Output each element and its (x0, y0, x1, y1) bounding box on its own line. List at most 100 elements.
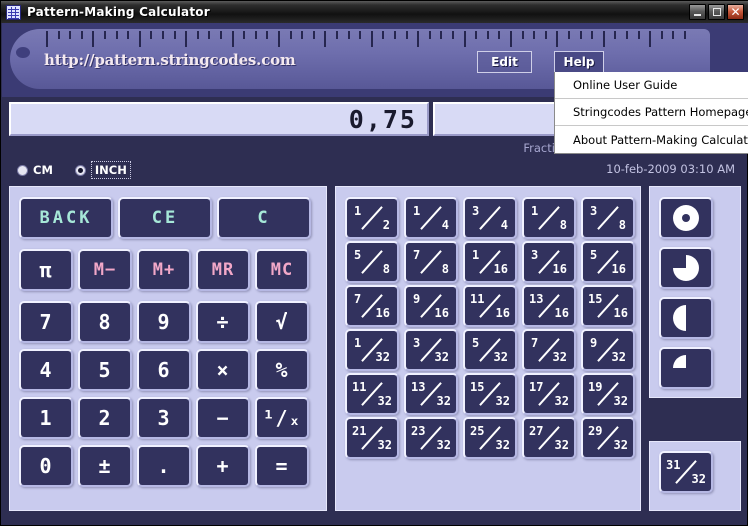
minimize-button[interactable] (689, 4, 706, 20)
key-fraction-r5c4[interactable]: 29 32 (581, 417, 635, 459)
key-fraction-r4c4[interactable]: 19 32 (581, 373, 635, 415)
key-num-r0c4[interactable]: √ (255, 301, 309, 343)
key-circle-quarter[interactable] (659, 347, 713, 389)
key-num-r1c4[interactable]: % (255, 349, 309, 391)
key-fraction-r1c1[interactable]: 78 (404, 241, 458, 283)
ruler-tick (417, 31, 420, 47)
key-fraction-r1c2[interactable]: 1 16 (463, 241, 517, 283)
key-fraction-31-32[interactable]: 31 32 (659, 451, 713, 493)
menu-item-online-user-guide[interactable]: Online User Guide (555, 72, 748, 99)
key-fraction-r2c0[interactable]: 7 16 (345, 285, 399, 327)
key-num-r2c1[interactable]: 2 (78, 397, 132, 439)
ruler-tick (289, 31, 292, 39)
key-back[interactable]: BACK (19, 197, 113, 239)
key-num-r3c1[interactable]: ± (78, 445, 132, 487)
key-mem-3[interactable]: MR (196, 249, 250, 291)
key-num-r2c0[interactable]: 1 (19, 397, 73, 439)
key-circle-half[interactable] (659, 297, 713, 339)
key-num-r0c2[interactable]: 9 (137, 301, 191, 343)
main-display[interactable]: 0,75 (9, 102, 429, 136)
ruler-tick (301, 31, 304, 39)
fraction-glyph: 27 32 (524, 419, 574, 457)
radio-cm[interactable]: CM (17, 163, 53, 177)
fraction-glyph: 21 32 (347, 419, 397, 457)
fraction-denominator: 8 (441, 262, 449, 276)
key-fraction-r1c4[interactable]: 5 16 (581, 241, 635, 283)
key-label: . (157, 454, 171, 478)
key-fraction-r0c3[interactable]: 18 (522, 197, 576, 239)
ruler-tick (359, 31, 362, 39)
key-num-r3c4[interactable]: = (255, 445, 309, 487)
key-fraction-r2c3[interactable]: 13 16 (522, 285, 576, 327)
key-fraction-r4c2[interactable]: 15 32 (463, 373, 517, 415)
key-fraction-r3c4[interactable]: 9 32 (581, 329, 635, 371)
ruler-tick (185, 31, 188, 47)
fraction-numerator: 15 (588, 292, 603, 306)
key-fraction-r3c3[interactable]: 7 32 (522, 329, 576, 371)
key-mem-1[interactable]: M− (78, 249, 132, 291)
key-fraction-r0c2[interactable]: 34 (463, 197, 517, 239)
radio-inch[interactable]: INCH (74, 161, 131, 179)
fraction-denominator: 32 (691, 472, 706, 486)
key-fraction-r5c1[interactable]: 23 32 (404, 417, 458, 459)
key-circle-full[interactable] (659, 197, 713, 239)
key-fraction-r3c0[interactable]: 1 32 (345, 329, 399, 371)
key-num-r0c1[interactable]: 8 (78, 301, 132, 343)
key-fraction-r2c2[interactable]: 11 16 (463, 285, 517, 327)
key-label: × (216, 358, 230, 382)
key-fraction-r5c2[interactable]: 25 32 (463, 417, 517, 459)
maximize-button[interactable] (708, 4, 725, 20)
key-fraction-r0c4[interactable]: 38 (581, 197, 635, 239)
key-num-r2c2[interactable]: 3 (137, 397, 191, 439)
radio-inch-label: INCH (90, 161, 131, 179)
fraction-glyph: 1 16 (465, 243, 515, 281)
fraction-numerator: 19 (588, 380, 603, 394)
fraction-denominator: 32 (434, 350, 449, 364)
key-num-r1c0[interactable]: 4 (19, 349, 73, 391)
pie-hole (682, 214, 690, 222)
key-fraction-r2c1[interactable]: 9 16 (404, 285, 458, 327)
ruler-tick (312, 31, 315, 39)
key-fraction-r1c3[interactable]: 3 16 (522, 241, 576, 283)
key-fraction-r1c0[interactable]: 58 (345, 241, 399, 283)
key-mem-4[interactable]: MC (255, 249, 309, 291)
fraction-numerator: 25 (470, 424, 485, 438)
key-num-r2c4[interactable]: ¹/ₓ (255, 397, 309, 439)
key-num-r2c3[interactable]: − (196, 397, 250, 439)
key-fraction-r3c1[interactable]: 3 32 (404, 329, 458, 371)
menu-help[interactable]: Help (554, 51, 604, 73)
key-fraction-r0c1[interactable]: 14 (404, 197, 458, 239)
key-num-r0c3[interactable]: ÷ (196, 301, 250, 343)
key-num-r1c3[interactable]: × (196, 349, 250, 391)
key-num-r3c3[interactable]: + (196, 445, 250, 487)
key-num-r1c1[interactable]: 5 (78, 349, 132, 391)
key-mem-0[interactable]: π (19, 249, 73, 291)
key-num-r3c2[interactable]: . (137, 445, 191, 487)
key-circle-three-quarter[interactable] (659, 247, 713, 289)
website-url[interactable]: http://pattern.stringcodes.com (44, 51, 296, 69)
fraction-denominator: 2 (382, 218, 390, 232)
ruler-tick (428, 31, 431, 39)
key-fraction-r4c3[interactable]: 17 32 (522, 373, 576, 415)
key-fraction-r4c1[interactable]: 13 32 (404, 373, 458, 415)
pie-disc (673, 255, 699, 281)
close-button[interactable] (727, 4, 744, 20)
menu-item-about[interactable]: About Pattern-Making Calculator (555, 126, 748, 153)
key-num-r3c0[interactable]: 0 (19, 445, 73, 487)
key-fraction-r5c0[interactable]: 21 32 (345, 417, 399, 459)
key-fraction-r0c0[interactable]: 12 (345, 197, 399, 239)
key-fraction-r3c2[interactable]: 5 32 (463, 329, 517, 371)
key-mem-2[interactable]: M+ (137, 249, 191, 291)
key-fraction-r5c3[interactable]: 27 32 (522, 417, 576, 459)
menu-edit[interactable]: Edit (477, 51, 532, 73)
fraction-glyph: 5 32 (465, 331, 515, 369)
key-fraction-r4c0[interactable]: 11 32 (345, 373, 399, 415)
fraction-denominator: 32 (554, 394, 569, 408)
key-num-r1c2[interactable]: 6 (137, 349, 191, 391)
key-ce[interactable]: CE (118, 197, 212, 239)
key-num-r0c0[interactable]: 7 (19, 301, 73, 343)
key-c[interactable]: C (217, 197, 311, 239)
menu-item-stringcodes-homepage[interactable]: Stringcodes Pattern Homepage (555, 99, 748, 126)
ruler-tick (80, 31, 83, 39)
key-fraction-r2c4[interactable]: 15 16 (581, 285, 635, 327)
